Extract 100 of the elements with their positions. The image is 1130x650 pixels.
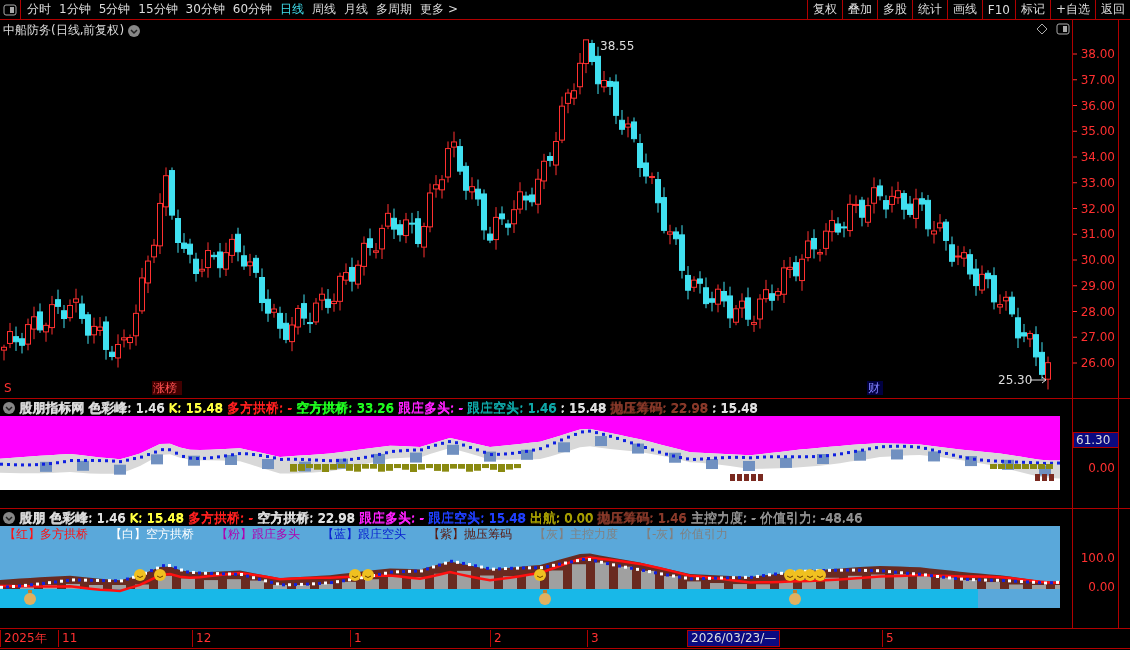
indicator-value: 抛压筹码: 22.98 [610, 399, 708, 416]
period-tab[interactable]: 周线 [312, 1, 337, 18]
histogram-bar [43, 585, 57, 589]
histogram-bar [227, 579, 241, 589]
block-markers [730, 474, 763, 481]
price-axis-label: 30.00 [1080, 253, 1115, 267]
histogram-bar [986, 582, 1000, 589]
histogram-bar [891, 449, 903, 460]
histogram-bar [743, 460, 755, 471]
high-price-label: 38.55 [600, 39, 635, 53]
histogram-bar [595, 562, 609, 589]
histogram-bar [706, 459, 718, 470]
period-tab[interactable]: 15分钟 [138, 1, 178, 18]
histogram-bar [365, 579, 379, 589]
indicator-value: 股朋指标网 [19, 399, 84, 416]
price-axis-label: 37.00 [1080, 72, 1115, 87]
chevron-down-icon[interactable] [3, 511, 15, 524]
legend-item: 【灰】主控力度 [534, 526, 618, 543]
indicator-value: 主控力度: - [690, 509, 756, 526]
histogram-bar [664, 576, 678, 589]
indicator-value: : 15.48 [711, 399, 758, 416]
histogram-bar [181, 578, 195, 589]
legend-item: 【蓝】跟庄空头 [322, 526, 406, 543]
price-axis-label: 28.00 [1080, 304, 1115, 319]
histogram-bar [250, 580, 264, 589]
indicator-value: K: 15.48 [168, 399, 223, 416]
period-tab[interactable]: 5分钟 [98, 1, 131, 18]
histogram-bar [558, 442, 570, 453]
smiley-icon [134, 569, 146, 581]
histogram-bar [112, 585, 126, 589]
price-axis-label: 26.00 [1080, 356, 1115, 370]
smiley-icon [154, 569, 166, 581]
price-axis-label: 36.00 [1080, 98, 1115, 113]
indicator-value: 跟庄空头: 15.48 [427, 509, 526, 526]
histogram-bar [632, 443, 644, 454]
price-axis-label: 35.00 [1080, 124, 1115, 139]
histogram-bar [687, 581, 701, 589]
indicator-value: : 15.48 [560, 399, 607, 416]
block-markers [1035, 474, 1054, 481]
legend-item: 【粉】跟庄多头 [216, 526, 300, 543]
period-tab[interactable]: 30分钟 [185, 1, 225, 18]
period-tab[interactable]: 1分钟 [59, 1, 91, 18]
indicator-value: 多方拱桥: - [187, 509, 253, 526]
axis-label: 0.00 [1088, 461, 1115, 475]
panel-toggle-icon[interactable] [3, 3, 17, 16]
histogram-bar [373, 453, 385, 464]
indicator-value: 跟庄空头: 1.46 [466, 399, 557, 416]
legend-item: 【红】多方拱桥 [4, 526, 88, 543]
histogram-bar [89, 585, 103, 589]
indicator-value: 跟庄多头: - [358, 509, 424, 526]
axis-label: 0.00 [1088, 580, 1115, 594]
histogram-bar [595, 436, 607, 447]
price-axis-label: 38.00 [1080, 47, 1115, 61]
panel-toggle-icon[interactable] [1056, 23, 1070, 35]
smiley-icon [804, 569, 816, 581]
histogram-bar [1032, 585, 1046, 589]
low-price-label: 25.30 [998, 373, 1033, 387]
date-axis-label: 11 [58, 630, 78, 647]
histogram-bar [1055, 585, 1060, 589]
histogram-bar [756, 584, 770, 589]
legend-item: 【紫】抛压筹码 [428, 526, 512, 543]
indicator-value: 多方拱桥: - [226, 399, 292, 416]
date-axis-label: 2025年 [0, 630, 47, 647]
histogram-bar [447, 444, 459, 455]
period-tab[interactable]: 月线 [344, 1, 369, 18]
chevron-down-icon[interactable] [3, 401, 15, 414]
price-axis-label: 27.00 [1080, 330, 1115, 345]
price-axis-label: 34.00 [1080, 150, 1115, 164]
histogram-bar [204, 580, 218, 589]
histogram-bar [66, 583, 80, 589]
smiley-icon [534, 569, 546, 581]
period-tab[interactable]: 更多 > [420, 1, 458, 18]
histogram-bars [990, 464, 1053, 469]
indicator-value: 出航: 0.00 [529, 509, 594, 526]
date-axis-label: 12 [192, 630, 212, 647]
histogram-bar [521, 449, 533, 460]
period-tab[interactable]: 日线 [280, 1, 305, 18]
date-axis-label: 5 [882, 630, 894, 647]
histogram-bar [114, 464, 126, 475]
price-axis-label: 32.00 [1080, 201, 1115, 216]
diamond-icon [1036, 23, 1048, 35]
histogram-bar [928, 451, 940, 462]
period-tab[interactable]: 多周期 [376, 1, 413, 18]
signal-marker: S [4, 381, 12, 395]
histogram-bar [135, 584, 149, 589]
indicator-value: 价值引力: -48.46 [759, 509, 863, 526]
chevron-down-icon[interactable] [128, 24, 141, 37]
date-axis-label: 2 [490, 630, 502, 647]
histogram-bar [1009, 584, 1023, 589]
indicator-value: 色彩峰: 1.46 [88, 399, 165, 416]
date-axis-label: 1 [350, 630, 362, 647]
period-tab[interactable]: 60分钟 [232, 1, 273, 18]
histogram-bar [963, 580, 977, 589]
axis-label: 100.0 [1080, 551, 1115, 565]
period-tab[interactable]: 分时 [27, 1, 51, 18]
histogram-bar [710, 583, 724, 589]
indicator-value: 色彩峰: 1.46 [49, 509, 126, 526]
money-bag-icon [789, 590, 801, 605]
histogram-bar [225, 455, 237, 465]
histogram-bar [342, 581, 356, 589]
